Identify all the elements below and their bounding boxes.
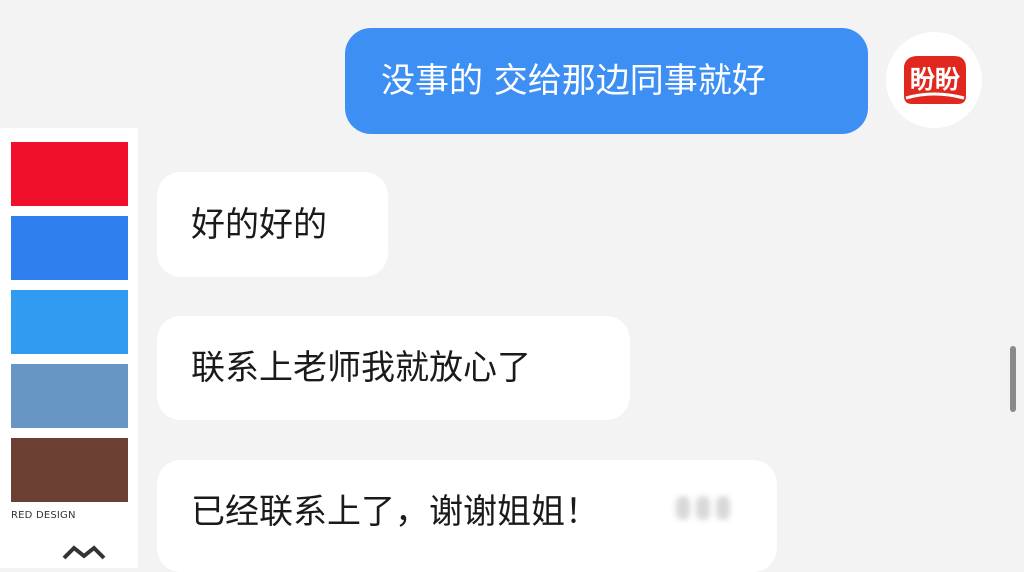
received-message-bubble[interactable]: 联系上老师我就放心了 <box>157 316 630 420</box>
color-swatch <box>11 364 128 428</box>
avatar[interactable]: 盼盼 <box>886 32 982 128</box>
color-palette-overlay: RED DESIGN <box>0 128 138 568</box>
color-swatch <box>11 216 128 280</box>
chevron-mark-icon <box>62 545 106 560</box>
message-text: 好的好的 <box>191 204 327 245</box>
sent-message-bubble[interactable]: 没事的 交给那边同事就好 <box>345 28 868 134</box>
color-swatch <box>11 142 128 206</box>
color-swatch <box>11 290 128 354</box>
avatar-logo-text: 盼盼 <box>910 65 960 94</box>
palette-label: RED DESIGN <box>11 510 76 521</box>
brand-logo-icon: 盼盼 <box>904 56 966 104</box>
message-text: 联系上老师我就放心了 <box>191 348 531 388</box>
color-swatch <box>11 438 128 502</box>
message-text: 没事的 交给那边同事就好 <box>381 61 766 101</box>
received-message-bubble[interactable]: 好的好的 <box>157 172 388 277</box>
message-text: 已经联系上了，谢谢姐姐！ <box>191 492 599 532</box>
blurred-emoji <box>676 486 748 530</box>
scrollbar[interactable] <box>1010 346 1016 412</box>
